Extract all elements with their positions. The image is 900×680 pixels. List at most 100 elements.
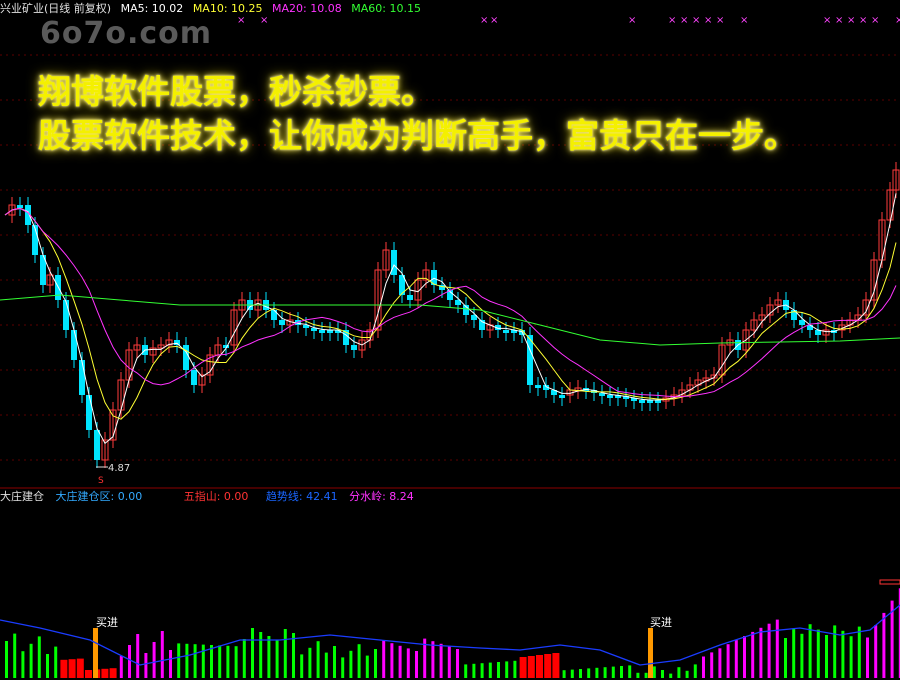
indicator-bar	[152, 642, 156, 678]
indicator-bar	[259, 632, 263, 678]
cross-mark: ×	[871, 15, 879, 26]
cross-mark: ×	[704, 15, 712, 26]
indicator-bar	[29, 643, 33, 678]
indicator-bar	[519, 657, 527, 678]
indicator-bar	[109, 668, 117, 678]
indicator-bar	[505, 661, 509, 678]
indicator-bar	[169, 650, 172, 678]
indicator-bar	[497, 662, 500, 678]
indicator-bar	[365, 655, 369, 678]
indicator-bar	[37, 636, 41, 678]
indicator-bar	[76, 658, 84, 678]
indicator-bar	[784, 638, 787, 678]
indicator-bar	[620, 666, 623, 678]
indicator-bar	[136, 634, 140, 678]
low-price-annotation: 4.87 S	[96, 463, 130, 486]
indicator-bar	[324, 652, 328, 678]
indicator-bar	[825, 635, 828, 678]
indicator-bar	[160, 631, 164, 678]
indicator-bar	[562, 670, 566, 678]
cross-mark: ×	[835, 15, 843, 26]
indicator-bar	[513, 660, 517, 678]
indicator-trend-line: 趋势线: 42.41	[265, 490, 338, 503]
candle-body	[63, 300, 69, 330]
indicator-bar	[185, 643, 189, 678]
indicator-bar	[210, 645, 213, 678]
candle-body	[407, 295, 413, 300]
candle-body	[94, 430, 100, 460]
indicator-bar	[661, 670, 664, 678]
indicator-bar	[775, 619, 779, 678]
indicator-bar	[536, 655, 543, 678]
indicator-bar	[800, 633, 804, 678]
indicator-bar	[636, 672, 640, 678]
buy-label-1: 买进	[96, 616, 118, 629]
indicator-bar	[808, 624, 812, 678]
indicator-bar	[193, 644, 197, 678]
cross-mark: ×	[490, 15, 498, 26]
indicator-bar	[611, 666, 615, 678]
cross-mark: ×	[847, 15, 855, 26]
buy-bar-2	[648, 628, 653, 678]
indicator-bar	[300, 654, 304, 678]
low-marker: S	[98, 476, 104, 486]
chart-header: 兴业矿业(日线 前复权) MA5: 10.02 MA10: 10.25 MA20…	[0, 0, 427, 18]
low-price-label: 4.87	[108, 463, 130, 474]
indicator-name[interactable]: 大庄建仓	[0, 490, 44, 503]
indicator-bar	[488, 662, 492, 678]
indicator-bar	[374, 649, 377, 678]
indicator-bar	[866, 637, 869, 678]
indicator-bar	[792, 628, 796, 678]
candle-body	[183, 345, 189, 370]
buy-bar-1	[93, 628, 98, 678]
indicator-bar	[874, 625, 878, 678]
indicator-bar	[251, 628, 254, 678]
indicator-bar	[702, 656, 705, 678]
indicator-bar	[570, 669, 574, 678]
indicator-bar	[628, 665, 632, 678]
indicator-bar	[333, 646, 336, 678]
indicator-bar	[85, 670, 92, 678]
indicator-bar	[357, 644, 361, 678]
candle-body	[86, 395, 92, 430]
indicator-bar	[5, 641, 8, 678]
indicator-bar	[275, 640, 279, 678]
buy-signal-2: 买进	[650, 616, 672, 629]
candle-body	[799, 320, 805, 325]
cross-mark: ×	[692, 15, 700, 26]
indicator-bar	[341, 657, 345, 678]
indicator-bar	[527, 656, 535, 678]
indicator-bar	[882, 612, 886, 678]
indicator-bar	[144, 653, 148, 678]
cross-mark: ×	[480, 15, 488, 26]
indicator-bar	[857, 626, 861, 678]
indicator-bar	[464, 664, 468, 678]
indicator-bar	[595, 667, 599, 678]
promo-line-1: 翔博软件股票，秒杀钞票。	[38, 72, 434, 111]
indicator-bar	[60, 659, 68, 678]
candle-body	[503, 330, 509, 333]
cross-mark: ×	[895, 15, 900, 26]
cross-mark: ×	[823, 15, 831, 26]
stock-title[interactable]: 兴业矿业(日线 前复权)	[0, 2, 111, 15]
indicator-bar	[406, 648, 410, 678]
candle-body	[71, 330, 77, 360]
indicator-bar	[13, 633, 17, 678]
candle-body	[174, 340, 180, 345]
indicator-bar	[579, 669, 582, 678]
indicator-bar	[226, 645, 230, 678]
indicator-bar	[693, 664, 697, 678]
indicator-bar	[456, 649, 459, 678]
candle-body	[17, 205, 23, 208]
indicator-bar	[726, 644, 730, 678]
promo-banner: 翔博软件股票，秒杀钞票。 股票软件技术，让你成为判断高手，富贵只在一步。	[38, 70, 797, 158]
indicator-bar	[177, 643, 181, 678]
indicator-bar	[644, 672, 648, 678]
indicator-bar	[710, 652, 714, 678]
indicator-bar	[201, 644, 205, 678]
candle-body	[191, 370, 197, 385]
indicator-bar	[759, 627, 763, 678]
cross-mark: ×	[680, 15, 688, 26]
candlesticks	[8, 162, 900, 468]
indicator-bar	[734, 640, 738, 678]
